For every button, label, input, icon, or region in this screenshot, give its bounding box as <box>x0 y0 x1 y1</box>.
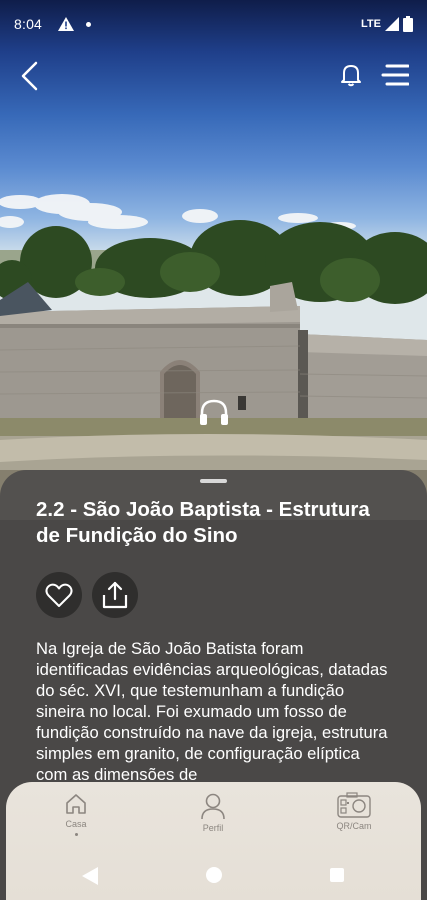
bell-icon <box>341 65 361 87</box>
poi-title: 2.2 - São João Baptista - Estrutura de F… <box>36 498 370 547</box>
system-recents-icon[interactable] <box>330 868 344 882</box>
favorite-button[interactable] <box>36 572 82 618</box>
share-button[interactable] <box>92 572 138 618</box>
heart-icon <box>45 583 73 607</box>
headphones-icon <box>200 399 228 425</box>
home-icon <box>66 794 86 814</box>
notification-dot-icon <box>86 21 92 27</box>
qr-camera-icon <box>337 792 371 818</box>
warning-icon <box>58 17 75 31</box>
active-indicator <box>74 833 78 836</box>
poi-description: Na Igreja de São João Batista foram iden… <box>36 639 388 784</box>
nav-item-label: Perfil <box>202 823 224 833</box>
network-type: LTE <box>361 18 381 30</box>
back-button[interactable] <box>12 58 48 94</box>
sheet-drag-handle[interactable] <box>200 479 227 483</box>
status-time: 8:04 <box>14 16 43 32</box>
battery-icon <box>403 16 413 32</box>
user-icon <box>201 793 225 820</box>
share-icon <box>102 581 128 609</box>
audio-guide-button[interactable] <box>198 398 230 426</box>
nav-item-home[interactable]: Casa <box>58 792 94 836</box>
hamburger-menu-icon <box>381 64 409 86</box>
system-home-icon[interactable] <box>206 867 222 883</box>
system-navigation-bar <box>0 852 427 900</box>
status-bar: 8:04 LTE <box>0 0 427 48</box>
nav-item-profile[interactable]: Perfil <box>196 792 230 833</box>
notifications-button[interactable] <box>336 60 366 90</box>
system-back-icon[interactable] <box>82 867 98 885</box>
poi-actions <box>36 572 391 618</box>
chevron-left-icon <box>21 61 38 91</box>
menu-button[interactable] <box>378 58 412 92</box>
signal-icon <box>385 17 399 31</box>
nav-item-label: QR/Cam <box>336 821 372 831</box>
nav-item-qr-camera[interactable]: QR/Cam <box>334 792 374 831</box>
nav-item-label: Casa <box>65 819 87 829</box>
